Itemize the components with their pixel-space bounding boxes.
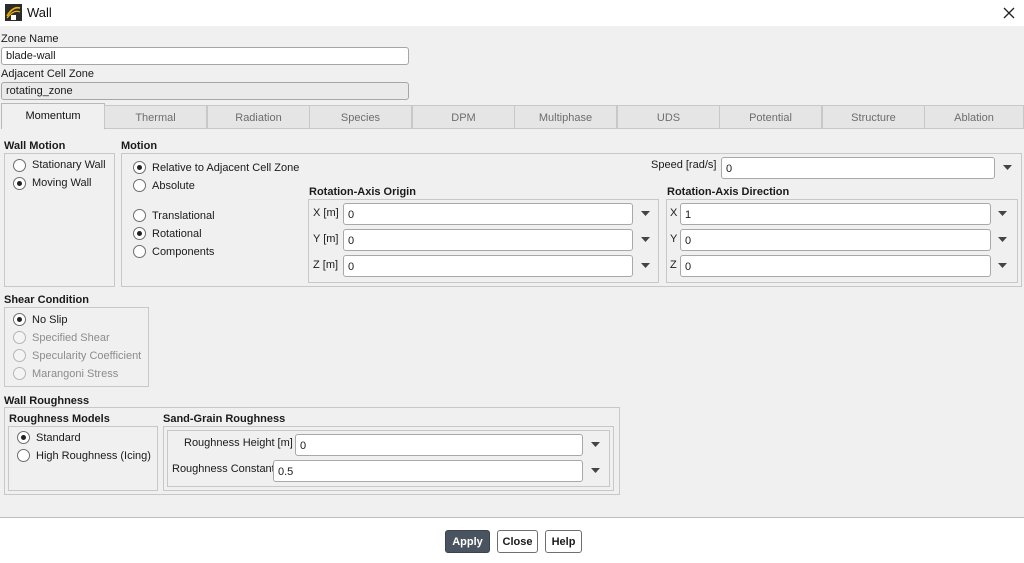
roughness-constant-label: Roughness Constant [172, 463, 275, 475]
origin-y-dropdown-icon[interactable] [638, 233, 652, 247]
roughness-constant-dropdown-icon[interactable] [588, 464, 602, 478]
help-button[interactable]: Help [545, 530, 582, 553]
stationary-wall-label: Stationary Wall [32, 159, 106, 171]
direction-x-input[interactable]: 1 [680, 203, 991, 225]
direction-z-label: Z [670, 259, 677, 271]
absolute-label: Absolute [152, 180, 195, 192]
moving-wall-radio[interactable] [13, 177, 26, 190]
absolute-radio[interactable] [133, 179, 146, 192]
marangoni-stress-radio[interactable] [13, 367, 26, 380]
rotation-axis-direction-title: Rotation-Axis Direction [667, 186, 790, 198]
tab-species[interactable]: Species [309, 105, 412, 128]
specified-shear-label: Specified Shear [32, 332, 110, 344]
tab-divider [105, 128, 1024, 129]
moving-wall-label: Moving Wall [32, 177, 92, 189]
origin-x-input[interactable]: 0 [343, 203, 633, 225]
origin-z-label: Z [m] [313, 259, 339, 271]
relative-to-adjacent-radio[interactable] [133, 161, 146, 174]
origin-x-label: X [m] [313, 207, 339, 219]
high-roughness-label: High Roughness (Icing) [36, 450, 151, 462]
sand-grain-roughness-title: Sand-Grain Roughness [163, 413, 286, 425]
rotational-label: Rotational [152, 228, 202, 240]
marangoni-stress-label: Marangoni Stress [32, 368, 119, 380]
direction-z-input[interactable]: 0 [680, 255, 991, 277]
origin-y-input[interactable]: 0 [343, 229, 633, 251]
stationary-wall-radio[interactable] [13, 159, 26, 172]
high-roughness-radio[interactable] [17, 449, 30, 462]
zone-name-input[interactable]: blade-wall [1, 47, 409, 65]
roughness-height-dropdown-icon[interactable] [588, 438, 602, 452]
tab-radiation[interactable]: Radiation [207, 105, 310, 128]
tab-bar: Momentum Thermal Radiation Species DPM M… [0, 103, 1024, 129]
specularity-coefficient-radio[interactable] [13, 349, 26, 362]
direction-y-dropdown-icon[interactable] [995, 233, 1009, 247]
components-radio[interactable] [133, 245, 146, 258]
wall-motion-title: Wall Motion [4, 140, 66, 152]
fluent-app-icon [5, 4, 22, 21]
tab-momentum[interactable]: Momentum [1, 103, 105, 129]
no-slip-label: No Slip [32, 314, 68, 326]
direction-x-dropdown-icon[interactable] [995, 207, 1009, 221]
tab-dpm[interactable]: DPM [412, 105, 515, 128]
standard-label: Standard [36, 432, 81, 444]
roughness-models-title: Roughness Models [9, 413, 110, 425]
specified-shear-radio[interactable] [13, 331, 26, 344]
tab-ablation[interactable]: Ablation [924, 105, 1024, 128]
window-title: Wall [27, 5, 52, 20]
apply-button[interactable]: Apply [445, 530, 490, 553]
adjacent-cell-zone-field: rotating_zone [1, 82, 409, 100]
tab-structure[interactable]: Structure [822, 105, 925, 128]
origin-y-label: Y [m] [313, 233, 339, 245]
wall-roughness-title: Wall Roughness [4, 395, 90, 407]
direction-x-label: X [670, 207, 678, 219]
origin-z-input[interactable]: 0 [343, 255, 633, 277]
speed-label: Speed [rad/s] [651, 159, 717, 171]
zone-name-label: Zone Name [1, 33, 59, 45]
components-label: Components [152, 246, 215, 258]
translational-radio[interactable] [133, 209, 146, 222]
standard-radio[interactable] [17, 431, 30, 444]
close-button[interactable]: Close [497, 530, 538, 553]
origin-z-dropdown-icon[interactable] [638, 259, 652, 273]
translational-label: Translational [152, 210, 215, 222]
tab-thermal[interactable]: Thermal [104, 105, 207, 128]
relative-to-adjacent-label: Relative to Adjacent Cell Zone [152, 162, 300, 174]
tab-multiphase[interactable]: Multiphase [514, 105, 617, 128]
tab-potential[interactable]: Potential [719, 105, 822, 128]
wall-motion-group [4, 153, 115, 287]
direction-y-label: Y [670, 233, 678, 245]
speed-input[interactable]: 0 [721, 157, 995, 179]
rotational-radio[interactable] [133, 227, 146, 240]
motion-title: Motion [121, 140, 158, 152]
adjacent-cell-zone-label: Adjacent Cell Zone [1, 68, 94, 80]
origin-x-dropdown-icon[interactable] [638, 207, 652, 221]
speed-dropdown-icon[interactable] [1000, 161, 1014, 175]
no-slip-radio[interactable] [13, 313, 26, 326]
tab-uds[interactable]: UDS [617, 105, 720, 128]
shear-condition-title: Shear Condition [4, 294, 89, 306]
rotation-axis-origin-title: Rotation-Axis Origin [309, 186, 416, 198]
roughness-height-input[interactable]: 0 [295, 434, 583, 456]
title-bar: Wall [0, 0, 1024, 26]
close-icon[interactable] [998, 2, 1020, 24]
direction-y-input[interactable]: 0 [680, 229, 991, 251]
specularity-coefficient-label: Specularity Coefficient [32, 350, 142, 362]
roughness-constant-input[interactable]: 0.5 [273, 460, 583, 482]
direction-z-dropdown-icon[interactable] [995, 259, 1009, 273]
roughness-height-label: Roughness Height [m] [184, 437, 293, 449]
